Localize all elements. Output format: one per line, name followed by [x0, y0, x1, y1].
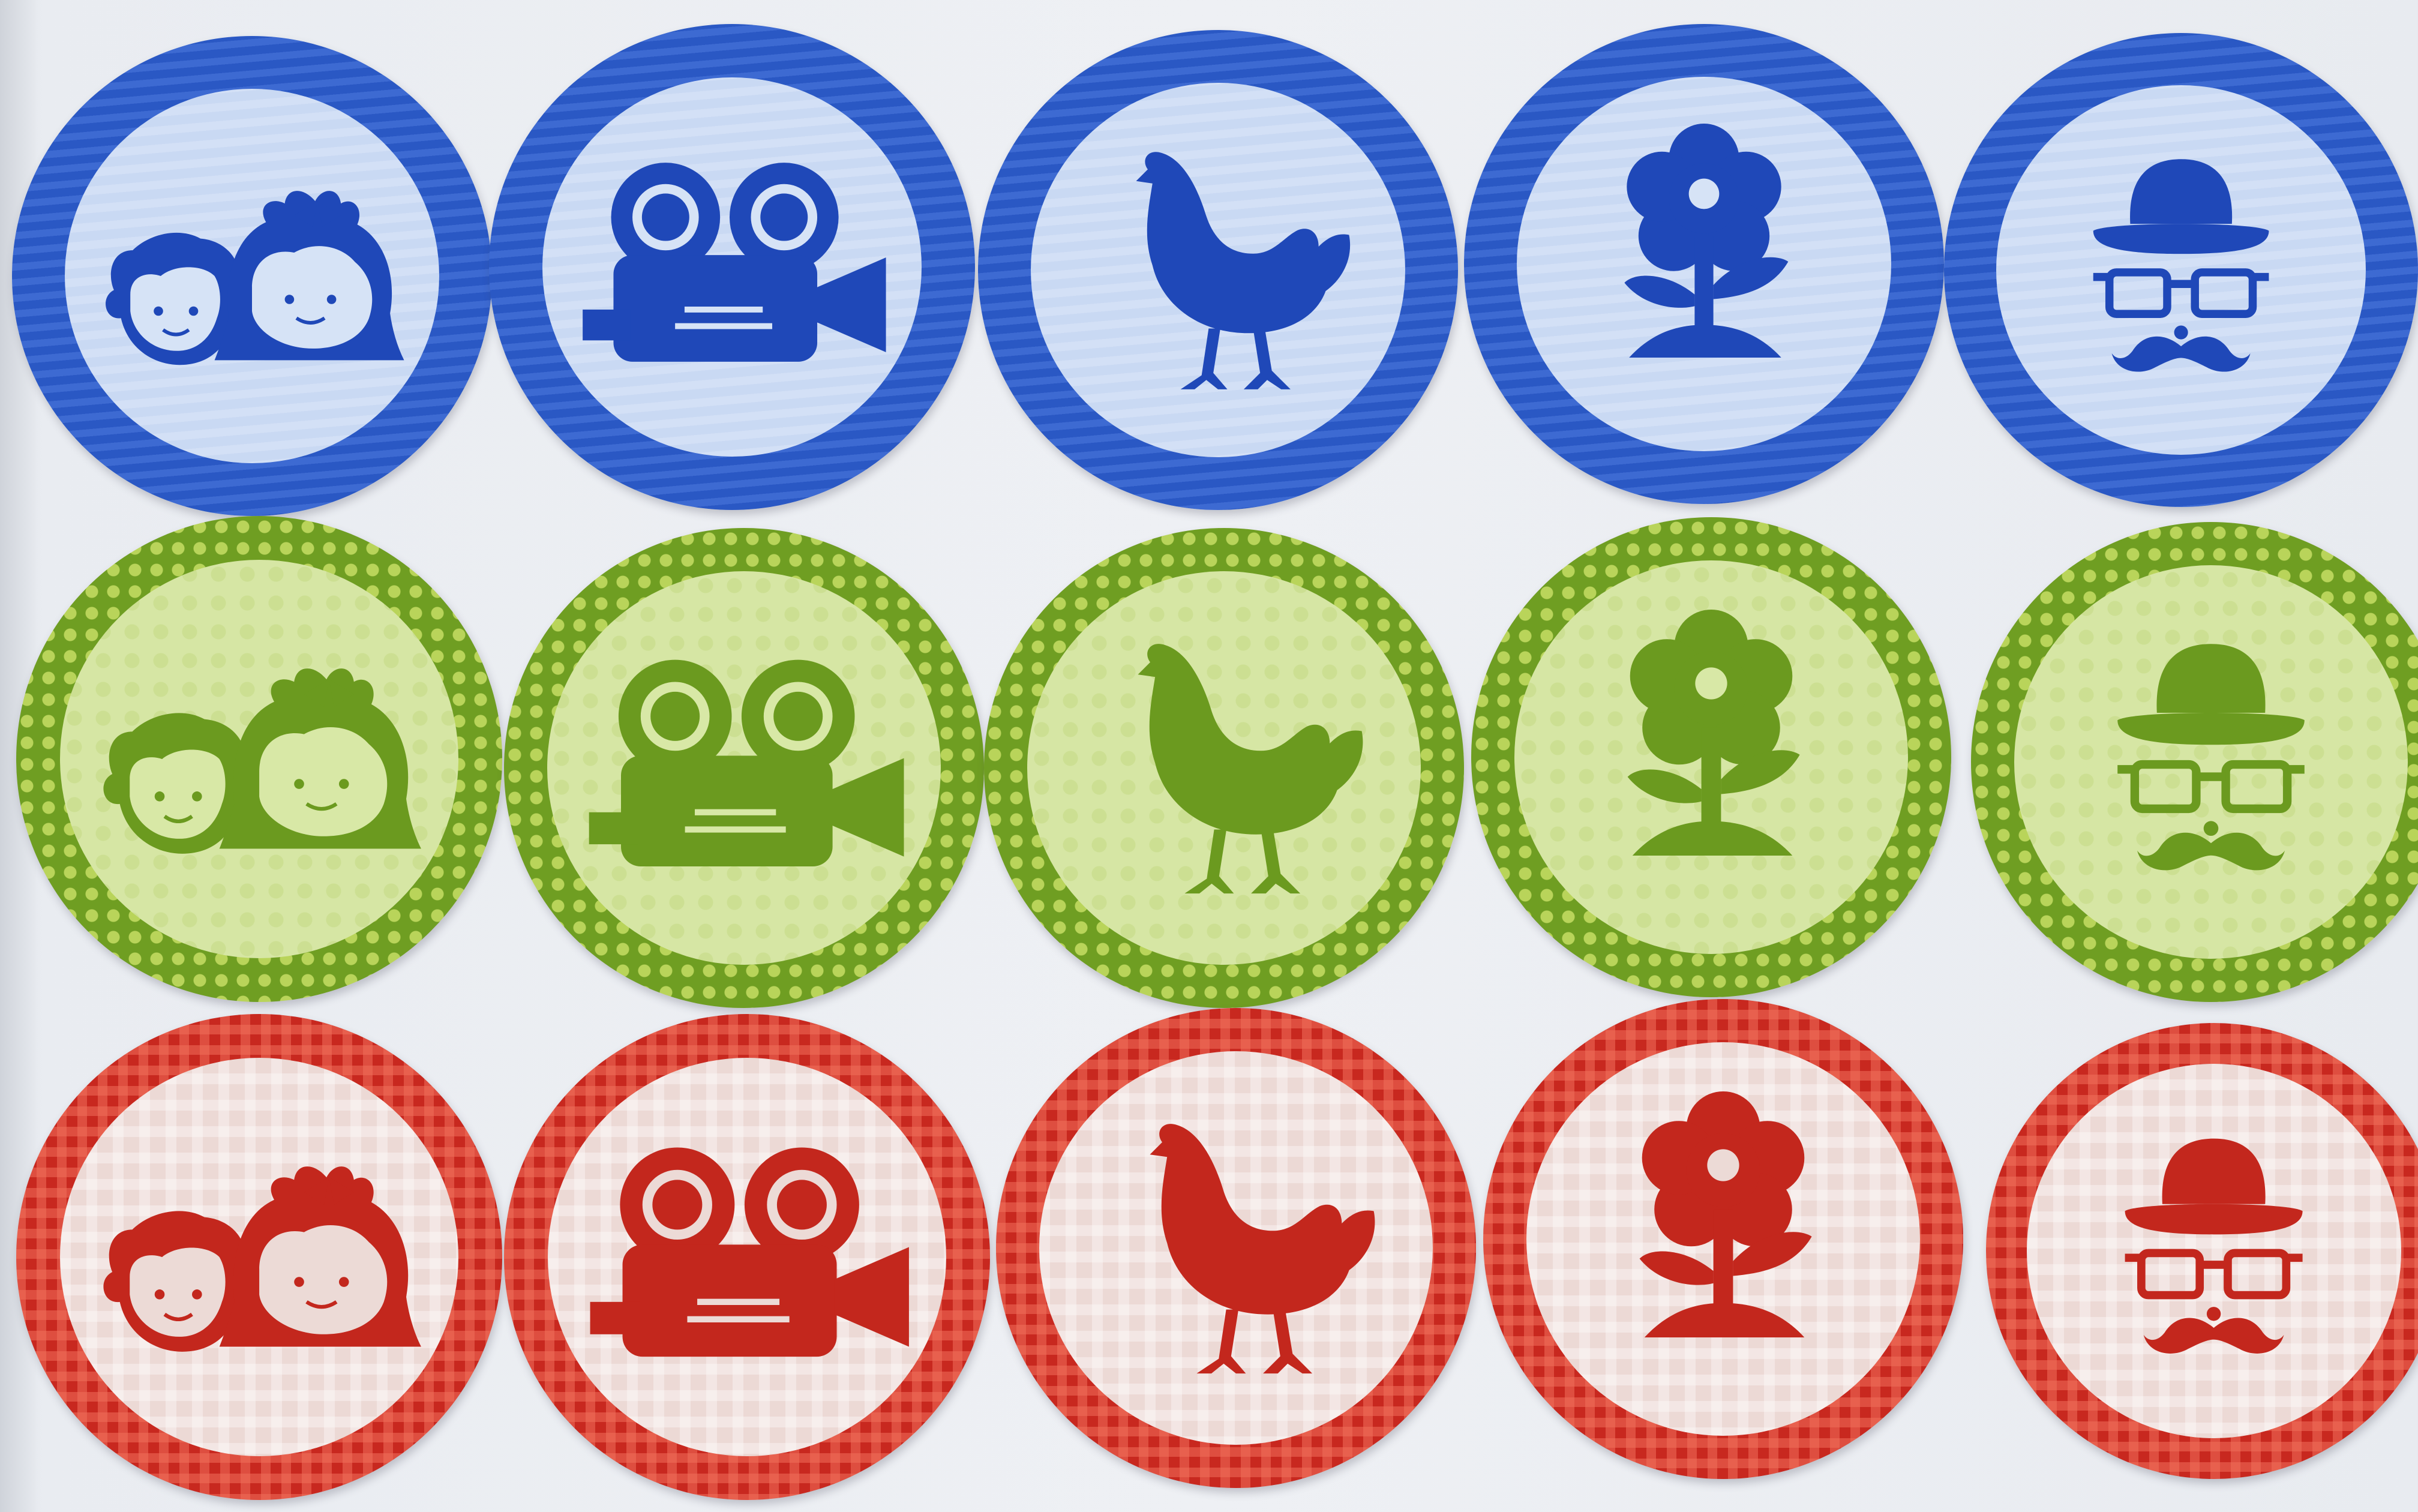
movie-camera-icon	[583, 163, 886, 362]
disc-face	[59, 1057, 459, 1457]
green-disc-movie-camera	[504, 528, 984, 1008]
chicken-icon	[1150, 1124, 1375, 1374]
chicken-icon	[1136, 152, 1351, 389]
red-disc-flower	[1483, 999, 1963, 1479]
chicken-icon	[1138, 644, 1363, 894]
blue-disc-chicken	[978, 30, 1458, 510]
disc-face	[1514, 560, 1908, 954]
disc-face	[542, 77, 922, 457]
disc-face	[1031, 83, 1405, 457]
disc-face	[1039, 1051, 1433, 1445]
movie-camera-icon	[590, 1147, 909, 1357]
disc-face	[1996, 85, 2366, 455]
disc-face	[59, 559, 459, 959]
disc-face	[2014, 565, 2408, 959]
disc-face	[547, 1057, 947, 1457]
blue-disc-flower	[1464, 24, 1944, 504]
green-disc-children	[16, 516, 502, 1002]
flower-icon	[1639, 1091, 1812, 1337]
blue-disc-gentleman	[1944, 33, 2418, 507]
gentleman-icon	[2093, 159, 2269, 372]
gentleman-icon	[2117, 644, 2305, 871]
disc-face	[1526, 1042, 1920, 1436]
red-disc-gentleman	[1986, 1023, 2418, 1479]
movie-camera-icon	[589, 659, 904, 866]
flower-icon	[1624, 124, 1789, 358]
children-icon	[103, 1166, 421, 1352]
disc-face	[1027, 571, 1421, 965]
children-icon	[106, 191, 404, 365]
red-disc-movie-camera	[504, 1014, 990, 1500]
disc-face	[547, 571, 941, 965]
green-disc-chicken	[984, 528, 1464, 1008]
disc-face	[1517, 77, 1891, 451]
gentleman-icon	[2125, 1139, 2303, 1354]
blue-disc-movie-camera	[489, 24, 975, 510]
green-disc-gentleman	[1971, 522, 2418, 1002]
green-disc-flower	[1471, 517, 1951, 997]
disc-face	[2027, 1064, 2401, 1438]
red-disc-chicken	[996, 1008, 1476, 1488]
disc-face	[65, 89, 439, 463]
blue-disc-children	[12, 36, 492, 516]
children-icon	[103, 668, 421, 854]
red-disc-children	[16, 1014, 502, 1500]
flower-icon	[1627, 610, 1800, 856]
